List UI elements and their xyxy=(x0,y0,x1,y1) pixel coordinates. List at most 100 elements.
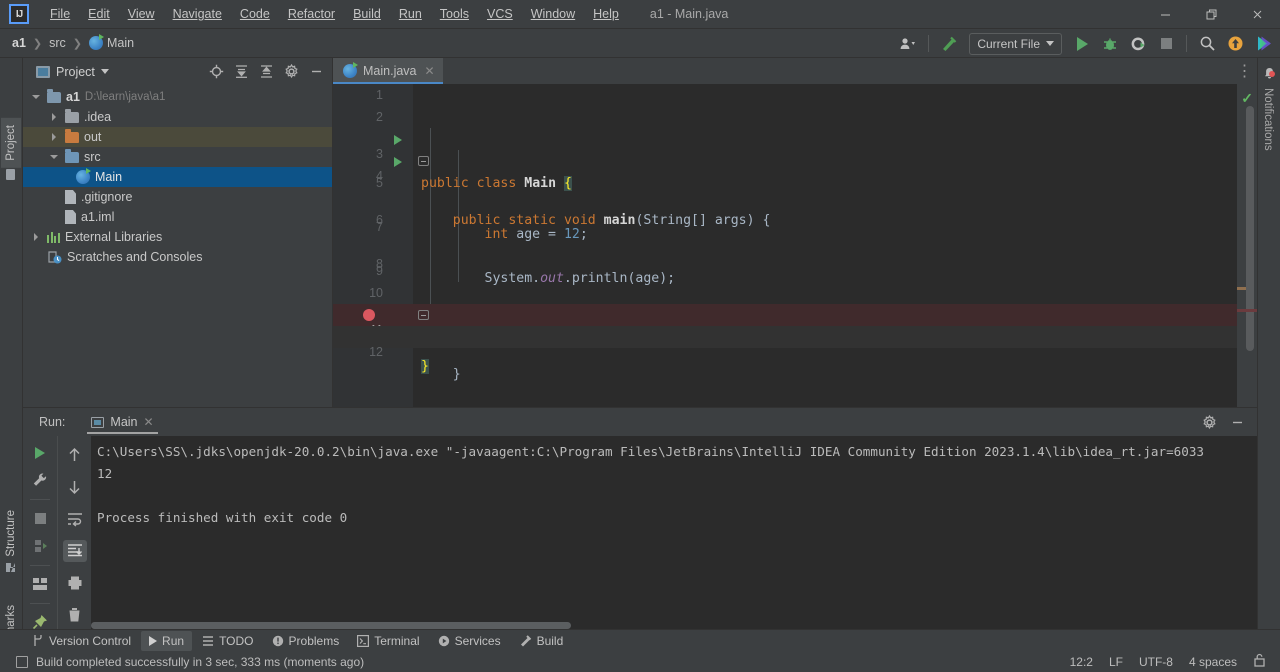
locate-icon[interactable] xyxy=(205,61,227,83)
console-horizontal-scrollbar[interactable] xyxy=(91,622,571,629)
code-line-12: 12 } xyxy=(333,326,1257,374)
debug-icon[interactable] xyxy=(1097,32,1123,56)
menu-item-code[interactable]: Code xyxy=(231,4,279,24)
search-everywhere-icon[interactable] xyxy=(1194,32,1220,56)
minimize-icon[interactable] xyxy=(1225,411,1249,433)
scroll-to-end-icon[interactable] xyxy=(62,540,87,562)
folder-source-icon xyxy=(65,148,79,163)
menu-item-navigate[interactable]: Navigate xyxy=(164,4,231,24)
editor-options-icon[interactable]: ⋮ xyxy=(1233,58,1257,84)
soft-wrap-icon[interactable] xyxy=(63,508,87,530)
stripe-mark-breakpoint[interactable] xyxy=(1237,309,1257,312)
code-editor[interactable]: 1 2 3 public class Main { 4 public stati… xyxy=(333,84,1257,407)
tree-row-external-libraries[interactable]: External Libraries xyxy=(23,227,332,247)
run-console-output[interactable]: C:\Users\SS\.jdks\openjdk-20.0.2\bin\jav… xyxy=(91,436,1257,631)
up-arrow-icon[interactable] xyxy=(63,444,87,466)
close-tab-icon[interactable]: ✕ xyxy=(425,64,435,78)
collapse-all-icon[interactable] xyxy=(255,61,277,83)
file-encoding[interactable]: UTF-8 xyxy=(1139,655,1173,669)
run-icon[interactable] xyxy=(1069,32,1095,56)
line-separator[interactable]: LF xyxy=(1109,655,1123,669)
notifications-bell-icon[interactable] xyxy=(1262,66,1277,81)
toolbar-divider-2 xyxy=(1186,35,1187,52)
chevron-down-icon[interactable] xyxy=(100,69,109,74)
chevron-right-icon[interactable] xyxy=(31,232,42,243)
expand-all-icon[interactable] xyxy=(230,61,252,83)
settings-gear-icon[interactable] xyxy=(280,61,302,83)
tree-row-main[interactable]: Main xyxy=(23,167,332,187)
menu-item-window[interactable]: Window xyxy=(522,4,584,24)
minimize-icon[interactable] xyxy=(1142,0,1188,29)
down-arrow-icon[interactable] xyxy=(63,476,87,498)
tree-row-gitignore[interactable]: .gitignore xyxy=(23,187,332,207)
close-icon[interactable]: ✕ xyxy=(144,415,154,429)
update-project-icon[interactable] xyxy=(1222,32,1248,56)
tab-version-control[interactable]: Version Control xyxy=(24,631,139,651)
close-icon[interactable] xyxy=(1234,0,1280,29)
tab-terminal[interactable]: Terminal xyxy=(349,631,427,651)
unlocked-icon[interactable] xyxy=(1253,653,1266,670)
layout-icon[interactable] xyxy=(28,575,52,592)
run-gutter-icon[interactable] xyxy=(394,157,402,167)
rerun-icon[interactable] xyxy=(28,444,52,461)
chevron-right-icon[interactable] xyxy=(49,132,60,143)
ai-assistant-icon[interactable] xyxy=(1250,32,1276,56)
notifications-label[interactable]: Notifications xyxy=(1262,88,1274,151)
breakpoint-icon[interactable] xyxy=(363,309,375,321)
run-tab-main[interactable]: Main ✕ xyxy=(83,408,161,436)
print-icon[interactable] xyxy=(63,572,87,594)
menu-item-build[interactable]: Build xyxy=(344,4,390,24)
run-panel-right-actions xyxy=(57,436,91,631)
menu-item-help[interactable]: Help xyxy=(584,4,628,24)
trash-icon[interactable] xyxy=(63,604,87,626)
stripe-mark-warning[interactable] xyxy=(1237,287,1246,290)
tab-todo-label: TODO xyxy=(219,633,254,648)
tab-todo[interactable]: TODO xyxy=(194,631,261,651)
tree-row-src[interactable]: src xyxy=(23,147,332,167)
build-status-icon[interactable] xyxy=(16,655,28,668)
tab-services[interactable]: Services xyxy=(430,631,509,651)
maximize-icon[interactable] xyxy=(1188,0,1234,29)
editor-vertical-scrollbar[interactable] xyxy=(1246,106,1254,351)
chevron-down-icon[interactable] xyxy=(31,92,42,103)
sidebar-item-project[interactable]: Project xyxy=(1,118,21,168)
editor-tab-main-java[interactable]: Main.java ✕ xyxy=(333,58,443,84)
chevron-down-icon[interactable] xyxy=(49,152,60,163)
fold-collapse-icon[interactable] xyxy=(418,310,429,320)
menu-item-edit[interactable]: Edit xyxy=(79,4,119,24)
sidebar-item-structure[interactable]: Structure xyxy=(1,503,21,564)
caret-position[interactable]: 12:2 xyxy=(1070,655,1093,669)
menu-item-refactor[interactable]: Refactor xyxy=(279,4,344,24)
tree-row-iml[interactable]: a1.iml xyxy=(23,207,332,227)
run-with-coverage-icon[interactable] xyxy=(1125,32,1151,56)
hide-panel-icon[interactable] xyxy=(305,61,327,83)
tab-problems[interactable]: Problems xyxy=(264,631,348,651)
breadcrumb-folder[interactable]: src xyxy=(47,35,68,51)
menu-item-run[interactable]: Run xyxy=(390,4,431,24)
user-avatar-icon[interactable] xyxy=(895,32,921,56)
fold-collapse-icon[interactable] xyxy=(418,156,429,166)
menu-item-view[interactable]: View xyxy=(119,4,164,24)
menu-item-file[interactable]: File xyxy=(41,4,79,24)
tree-row-a1[interactable]: a1 D:\learn\java\a1 xyxy=(23,87,332,107)
tab-build[interactable]: Build xyxy=(511,631,572,651)
tab-run[interactable]: Run xyxy=(141,630,193,651)
tree-label-iml: a1.iml xyxy=(81,210,115,224)
settings-gear-icon[interactable] xyxy=(1197,411,1221,433)
menu-item-tools[interactable]: Tools xyxy=(431,4,478,24)
tree-row-out[interactable]: out xyxy=(23,127,332,147)
wrench-settings-icon[interactable] xyxy=(28,471,52,488)
run-gutter-icon[interactable] xyxy=(394,135,402,145)
error-stripe-marker-bar[interactable]: ✓ xyxy=(1237,84,1257,407)
tree-row-idea[interactable]: .idea xyxy=(23,107,332,127)
breadcrumb-file[interactable]: Main xyxy=(87,34,136,51)
build-hammer-icon[interactable] xyxy=(936,32,962,56)
indent-setting[interactable]: 4 spaces xyxy=(1189,655,1237,669)
chevron-right-icon[interactable] xyxy=(49,112,60,123)
breadcrumb-project[interactable]: a1 xyxy=(10,35,28,51)
run-configuration-selector[interactable]: Current File xyxy=(969,32,1062,55)
tree-row-scratches[interactable]: Scratches and Consoles xyxy=(23,247,332,267)
menu-item-vcs[interactable]: VCS xyxy=(478,4,522,24)
no-errors-check-icon[interactable]: ✓ xyxy=(1241,90,1253,107)
folder-icon xyxy=(6,169,15,180)
